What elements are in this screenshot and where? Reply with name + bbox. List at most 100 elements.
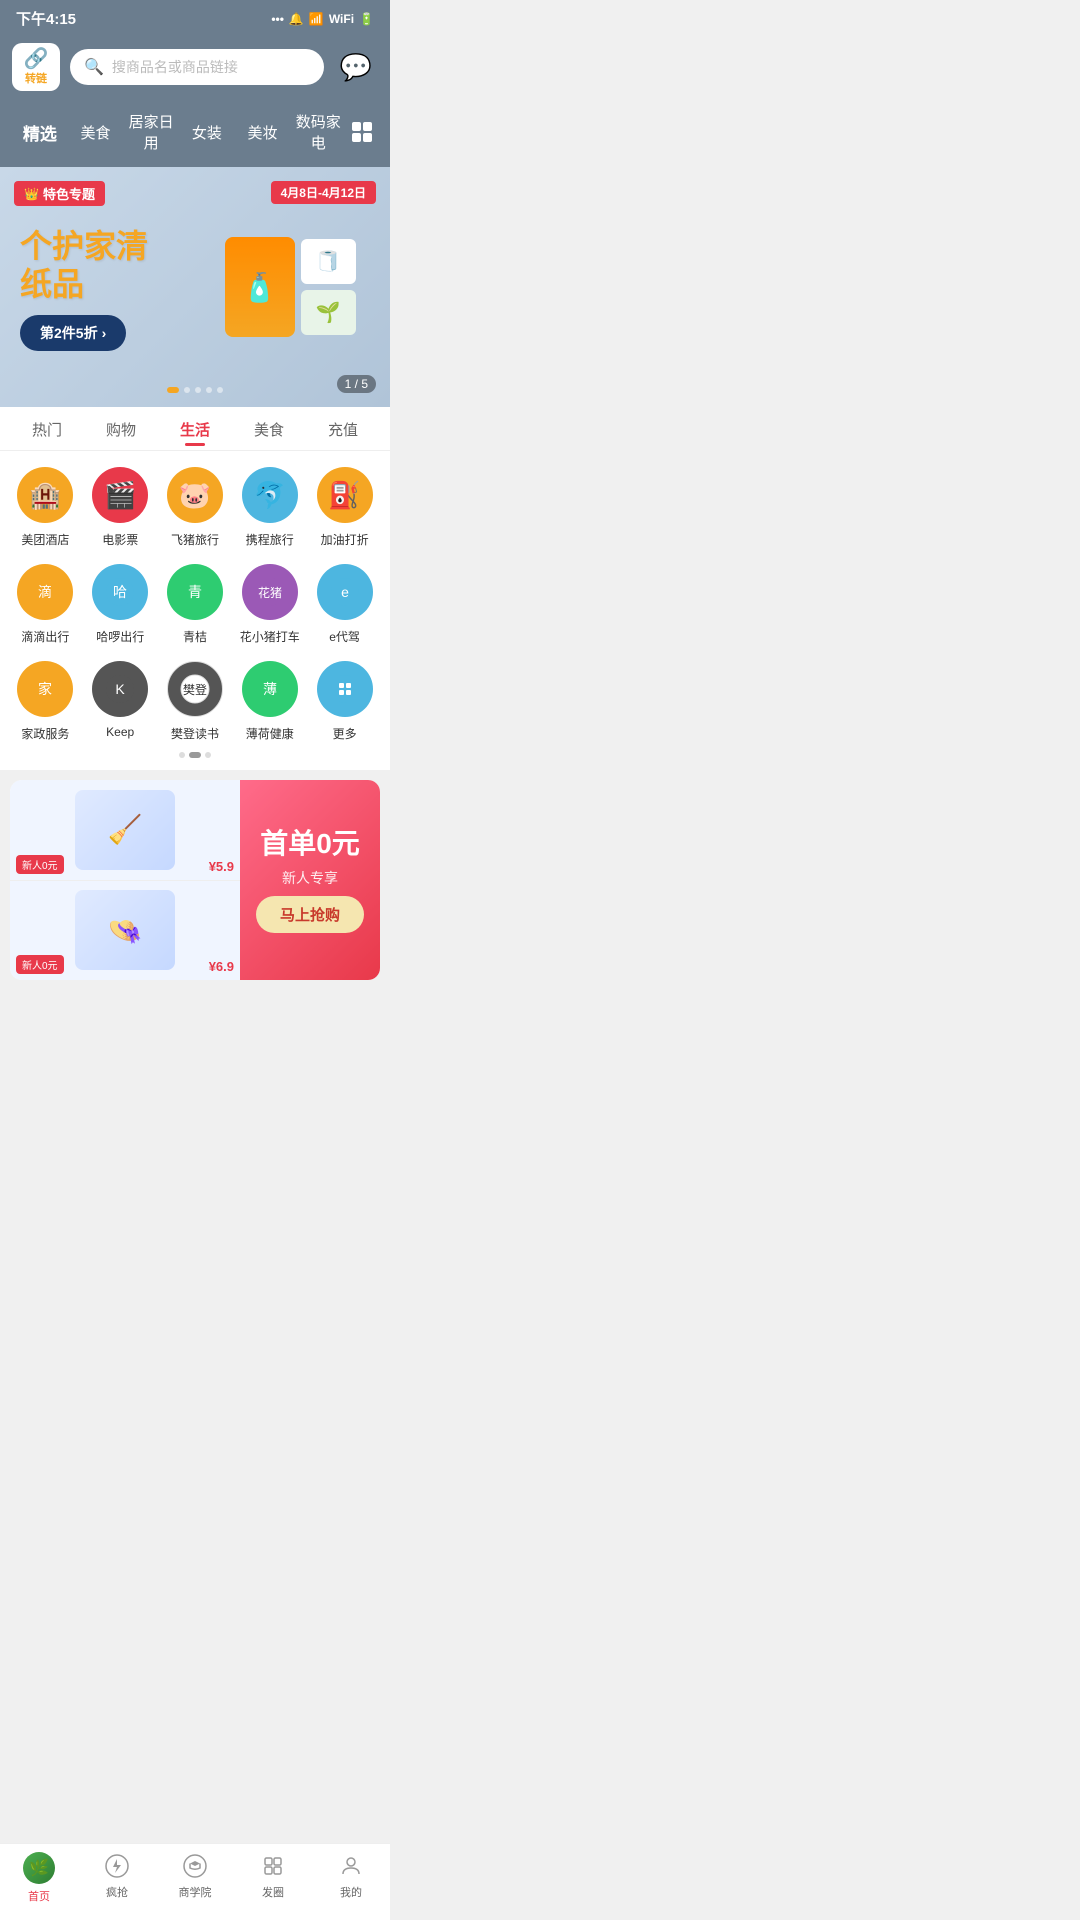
promo-badge-1: 新人0元: [16, 855, 64, 874]
category-home[interactable]: 居家日用: [123, 107, 179, 157]
bottom-profile-label: 我的: [340, 1884, 362, 1900]
promo-left: 🧹 新人0元 ¥5.9 👒 新人0元 ¥6.9: [10, 780, 240, 980]
mint-icon: 薄: [242, 661, 298, 717]
ctrip-label: 携程旅行: [246, 531, 294, 548]
edaijia-label: e代驾: [329, 628, 360, 645]
service-mint[interactable]: 薄 薄荷健康: [232, 661, 307, 742]
banner-title: 个护家清纸品: [20, 227, 148, 304]
category-digital[interactable]: 数码家电: [290, 107, 346, 157]
promo-price-2: ¥6.9: [209, 959, 234, 974]
keep-label: Keep: [106, 725, 134, 739]
tab-food[interactable]: 美食: [232, 407, 306, 450]
message-button[interactable]: 💬: [334, 45, 378, 89]
bottom-circle[interactable]: 发圈: [234, 1852, 312, 1904]
qingju-icon: 青: [167, 564, 223, 620]
jiajia-label: 家政服务: [21, 725, 69, 742]
promo-item-1[interactable]: 🧹 新人0元 ¥5.9: [10, 780, 240, 881]
service-hellobike[interactable]: 哈 哈啰出行: [83, 564, 158, 645]
service-fandeng[interactable]: 樊登 樊登读书: [158, 661, 233, 742]
banner-indicator: 1 / 5: [337, 375, 376, 393]
logo-button[interactable]: 🔗 转链: [12, 43, 60, 91]
didi-label: 滴滴出行: [21, 628, 69, 645]
bottom-academy[interactable]: 商学院: [156, 1852, 234, 1904]
page-dot-2: [189, 752, 201, 758]
dot-1: [167, 387, 179, 393]
tab-nav: 热门 购物 生活 美食 充值: [0, 407, 390, 451]
service-gas[interactable]: ⛽ 加油打折: [307, 467, 382, 548]
dot-2: [184, 387, 190, 393]
more-icon: [317, 661, 373, 717]
service-edaijia[interactable]: e e代驾: [307, 564, 382, 645]
svg-text:滴: 滴: [38, 584, 52, 600]
promo-product-2: 👒: [75, 890, 175, 970]
profile-icon: [337, 1852, 365, 1880]
service-movie[interactable]: 🎬 电影票: [83, 467, 158, 548]
fandeng-label: 樊登读书: [171, 725, 219, 742]
bell-icon: 🔔: [289, 12, 304, 26]
service-keep[interactable]: K Keep: [83, 661, 158, 742]
arrow-icon: ›: [102, 325, 107, 341]
fliggy-icon: 🐷: [167, 467, 223, 523]
search-input[interactable]: 搜商品名或商品链接: [112, 57, 238, 77]
svg-text:薄: 薄: [263, 681, 277, 697]
svg-text:花猪: 花猪: [258, 585, 282, 600]
banner[interactable]: 👑 特色专题 4月8日-4月12日 个护家清纸品 第2件5折 › 🧴 🧻 🌱 1…: [0, 167, 390, 407]
bottom-flash[interactable]: 疯抢: [78, 1852, 156, 1904]
bottom-profile[interactable]: 我的: [312, 1852, 390, 1904]
page-dot-1: [179, 752, 185, 758]
huaxiaozhu-icon: 花猪: [242, 564, 298, 620]
tab-hot[interactable]: 热门: [10, 407, 84, 450]
promo-cta-button[interactable]: 马上抢购: [256, 896, 364, 933]
grid-icon: [352, 122, 372, 142]
wifi-icon: WiFi: [329, 12, 354, 26]
service-fliggy[interactable]: 🐷 飞猪旅行: [158, 467, 233, 548]
hello-icon: 哈: [92, 564, 148, 620]
banner-products: 🧴 🧻 🌱: [190, 187, 390, 387]
status-bar: 下午4:15 ••• 🔔 📶 WiFi 🔋: [0, 0, 390, 35]
banner-tag-label: 特色专题: [43, 184, 95, 203]
service-qingju[interactable]: 青 青桔: [158, 564, 233, 645]
banner-cta-button[interactable]: 第2件5折 ›: [20, 315, 126, 351]
service-jiajia[interactable]: 家 家政服务: [8, 661, 83, 742]
signal-dots-icon: •••: [271, 12, 284, 26]
service-huaxiaozhu[interactable]: 花猪 花小猪打车: [232, 564, 307, 645]
bottom-flash-label: 疯抢: [106, 1884, 128, 1900]
tab-recharge[interactable]: 充值: [306, 407, 380, 450]
status-time: 下午4:15: [16, 8, 76, 29]
more-label: 更多: [333, 725, 357, 742]
bottom-home-label: 首页: [28, 1888, 50, 1904]
services-section: 🏨 美团酒店 🎬 电影票 🐷 飞猪旅行 🐬 携程旅行 ⛽ 加油打折 滴 滴滴出行: [0, 451, 390, 770]
huaxiaozhu-label: 花小猪打车: [240, 628, 300, 645]
svg-text:家: 家: [38, 681, 52, 697]
category-fashion[interactable]: 女装: [179, 118, 235, 147]
category-grid-button[interactable]: [346, 116, 378, 148]
promo-right-title: 首单0元: [260, 827, 360, 861]
services-grid: 🏨 美团酒店 🎬 电影票 🐷 飞猪旅行 🐬 携程旅行 ⛽ 加油打折 滴 滴滴出行: [0, 467, 390, 742]
service-meituan[interactable]: 🏨 美团酒店: [8, 467, 83, 548]
search-icon: 🔍: [84, 57, 104, 77]
category-selected[interactable]: 精选: [12, 116, 68, 149]
category-beauty[interactable]: 美妆: [235, 118, 291, 147]
service-more[interactable]: 更多: [307, 661, 382, 742]
bottom-home[interactable]: 🌿 首页: [0, 1852, 78, 1904]
svg-text:樊登: 樊登: [183, 682, 207, 697]
banner-dots: [167, 387, 223, 393]
hello-label: 哈啰出行: [96, 628, 144, 645]
promo-right-sub: 新人专享: [282, 868, 338, 888]
promo-badge-2: 新人0元: [16, 955, 64, 974]
svg-text:哈: 哈: [113, 584, 127, 600]
promo-item-2[interactable]: 👒 新人0元 ¥6.9: [10, 881, 240, 981]
ctrip-icon: 🐬: [242, 467, 298, 523]
flash-icon: [103, 1852, 131, 1880]
service-didi[interactable]: 滴 滴滴出行: [8, 564, 83, 645]
dot-3: [195, 387, 201, 393]
tab-shopping[interactable]: 购物: [84, 407, 158, 450]
tab-life[interactable]: 生活: [158, 407, 232, 450]
movie-icon: 🎬: [92, 467, 148, 523]
logo-label: 转链: [25, 70, 47, 86]
dot-5: [217, 387, 223, 393]
service-ctrip[interactable]: 🐬 携程旅行: [232, 467, 307, 548]
search-bar[interactable]: 🔍 搜商品名或商品链接: [70, 49, 324, 85]
svg-text:K: K: [116, 681, 126, 697]
category-food[interactable]: 美食: [68, 118, 124, 147]
